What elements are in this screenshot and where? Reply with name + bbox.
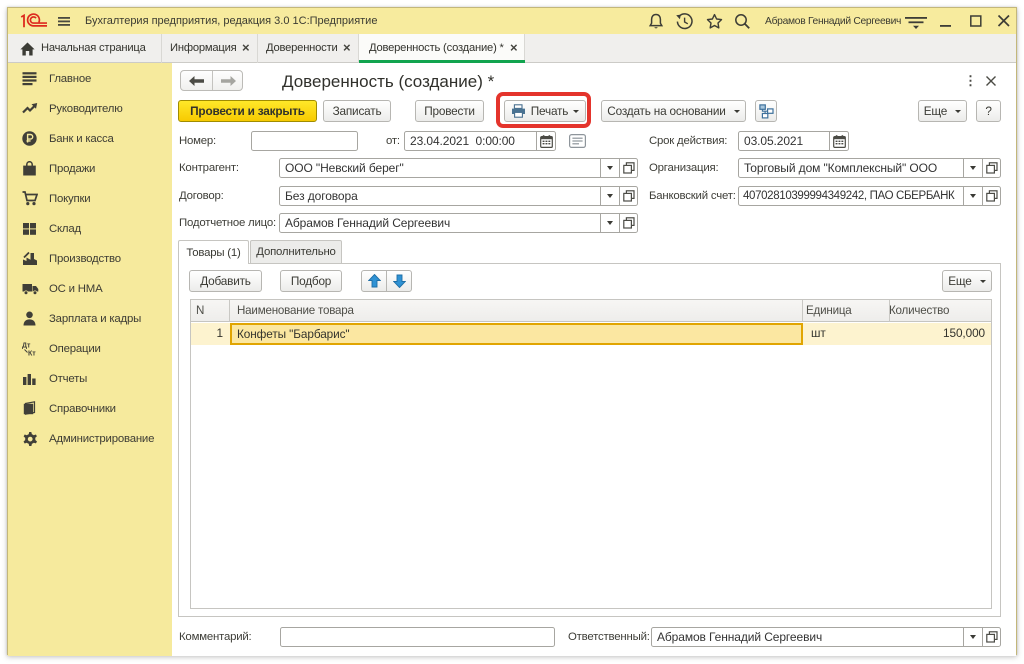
svg-text:Дт: Дт [22,343,31,350]
svg-text:Кт: Кт [28,351,36,358]
